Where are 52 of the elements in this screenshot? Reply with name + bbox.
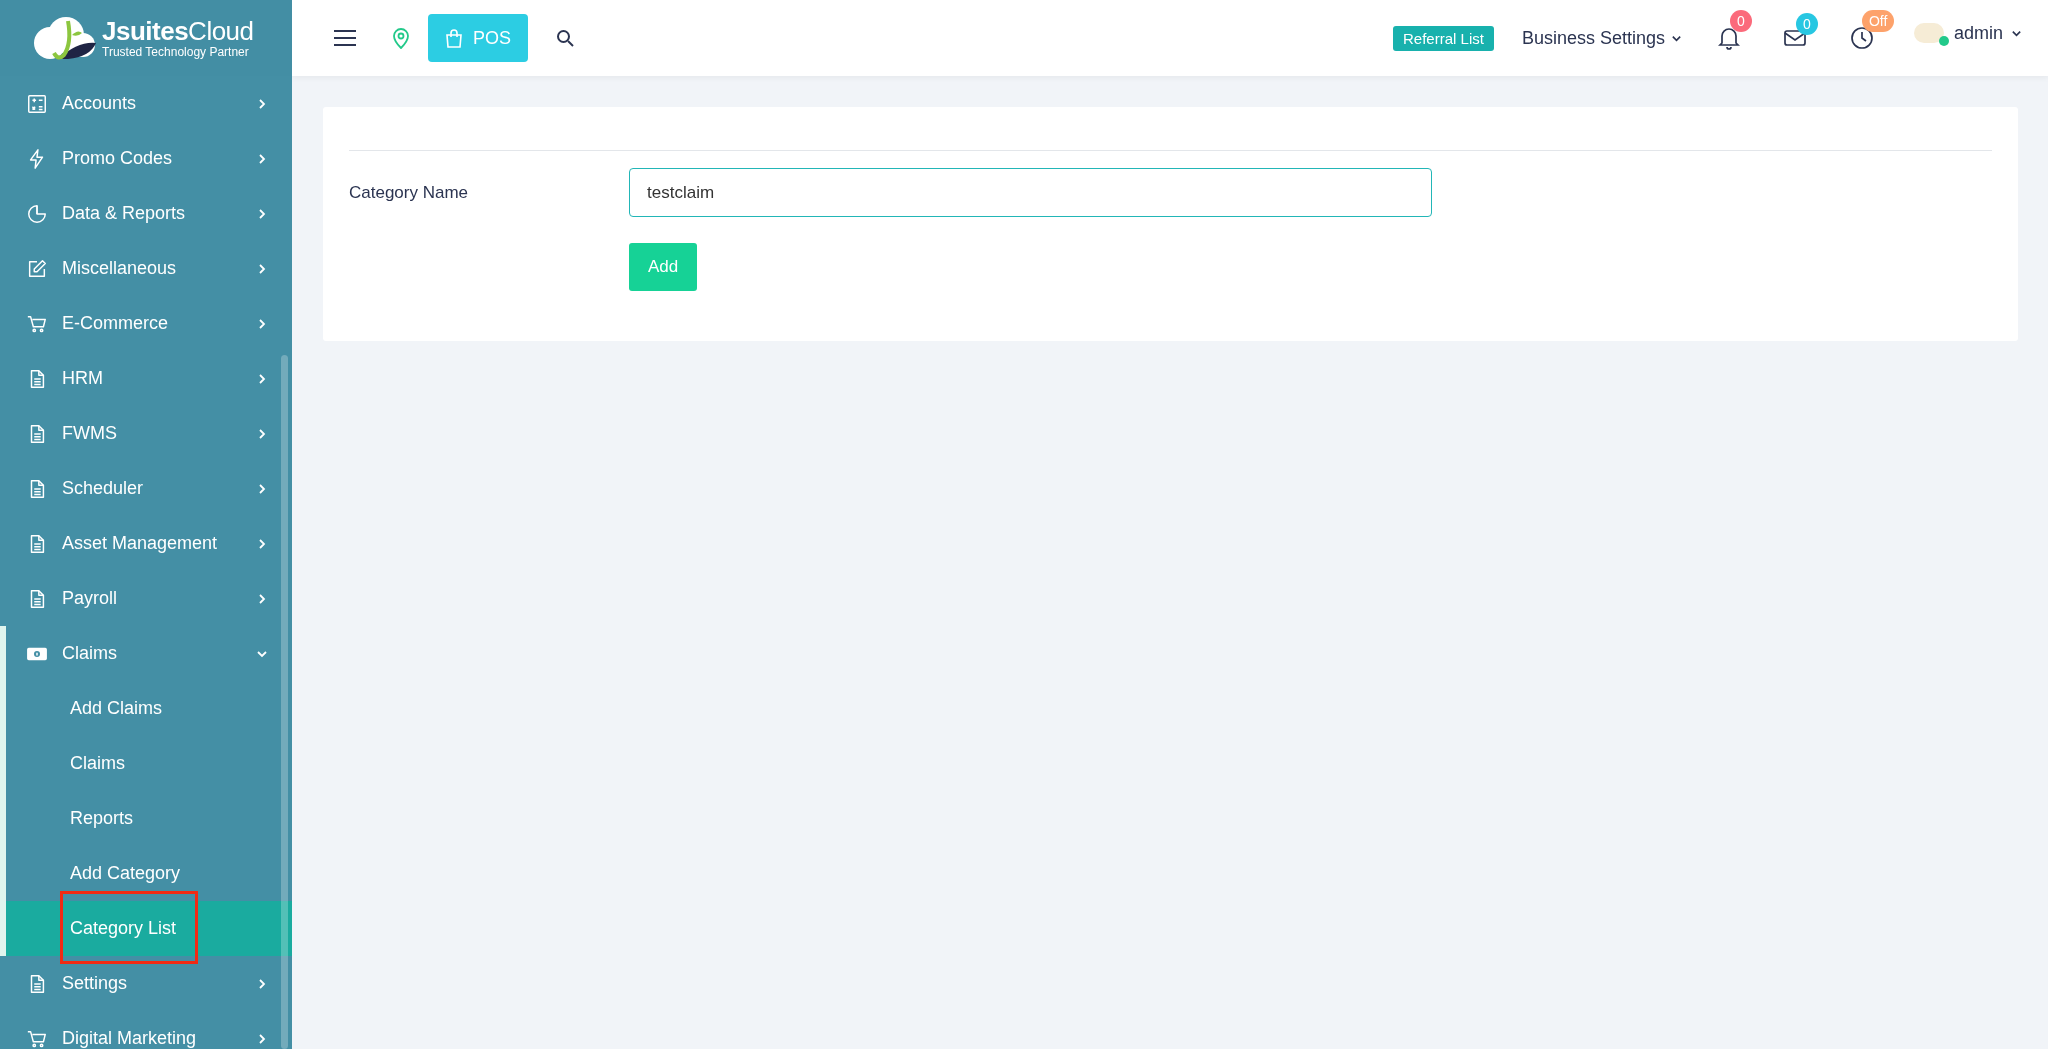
sidebar-item[interactable]: Asset Management	[0, 516, 292, 571]
shopping-bag-icon	[445, 28, 463, 48]
sidebar-subitem[interactable]: Category List	[6, 901, 292, 956]
sidebar-item[interactable]: Claims	[6, 626, 292, 681]
sidebar-item[interactable]: E-Commerce	[0, 296, 292, 351]
sidebar-item[interactable]: Settings	[0, 956, 292, 1011]
message-count: 0	[1795, 13, 1818, 35]
category-name-field[interactable]: testclaim	[629, 168, 1432, 217]
notification-count: 0	[1729, 10, 1752, 32]
sidebar-item[interactable]: Miscellaneous	[0, 241, 292, 296]
chevron-right-icon	[256, 207, 268, 220]
sidebar-subitem[interactable]: Reports	[6, 791, 292, 846]
brand-name: JsuitesCloud	[102, 18, 254, 44]
add-button[interactable]: Add	[629, 243, 697, 291]
chevron-right-icon	[256, 317, 268, 330]
mail-icon[interactable]	[1783, 29, 1806, 47]
chevron-right-icon	[256, 427, 268, 440]
sidebar-subitem[interactable]: Claims	[6, 736, 292, 791]
scrollbar[interactable]	[281, 355, 288, 1049]
chevron-right-icon	[256, 372, 268, 385]
clock-status: Off	[1861, 10, 1895, 32]
menu-icon[interactable]	[334, 29, 356, 47]
sidebar-item[interactable]: Accounts	[0, 76, 292, 131]
pos-button[interactable]: POS	[428, 14, 528, 62]
sidebar-subitem[interactable]: Add Claims	[6, 681, 292, 736]
sidebar-item[interactable]: Digital Marketing	[0, 1011, 292, 1049]
sidebar-item[interactable]: Scheduler	[0, 461, 292, 516]
chevron-right-icon	[256, 482, 268, 495]
chevron-right-icon	[256, 262, 268, 275]
chevron-right-icon	[256, 97, 268, 110]
sidebar-item[interactable]: HRM	[0, 351, 292, 406]
chevron-right-icon	[256, 1032, 268, 1045]
business-settings-dropdown[interactable]: Business Settings	[1521, 27, 1682, 49]
chevron-right-icon	[256, 592, 268, 605]
bell-icon[interactable]	[1717, 26, 1740, 50]
chevron-right-icon	[256, 977, 268, 990]
chevron-right-icon	[256, 537, 268, 550]
sidebar-subitem[interactable]: Add Category	[6, 846, 292, 901]
sidebar-item[interactable]: Promo Codes	[0, 131, 292, 186]
calculator-icon	[26, 92, 48, 115]
sidebar-item[interactable]: Data & Reports	[0, 186, 292, 241]
referral-list-button[interactable]: Referral List	[1393, 25, 1494, 51]
clock-icon[interactable]	[1849, 26, 1874, 50]
sidebar-item[interactable]: FWMS	[0, 406, 292, 461]
edit-icon	[26, 257, 48, 280]
brand-tagline: Trusted Technology Partner	[102, 46, 250, 58]
search-icon[interactable]	[556, 29, 574, 47]
pie-chart-icon	[26, 202, 48, 225]
field-label: Category Name	[349, 182, 470, 203]
user-menu[interactable]: admin	[1953, 22, 2022, 44]
chevron-right-icon	[256, 152, 268, 165]
sidebar-item[interactable]: Payroll	[0, 571, 292, 626]
